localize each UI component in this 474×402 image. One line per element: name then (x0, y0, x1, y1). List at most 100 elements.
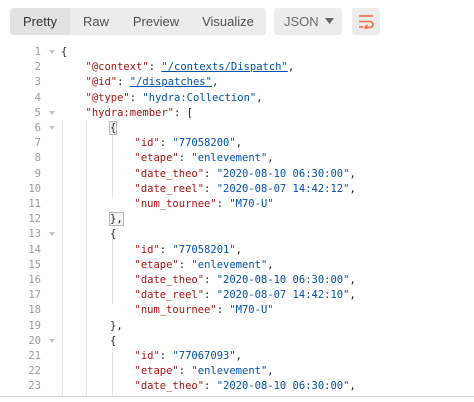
tab-visualize[interactable]: Visualize (190, 8, 266, 35)
line-number: 14 (28, 243, 41, 256)
json-punctuation: : (216, 304, 230, 317)
fold-toggle-icon[interactable] (48, 48, 56, 56)
code-text: "num_tournee": "M70-U" (135, 197, 274, 212)
json-key: "@id" (85, 76, 118, 89)
line-number: 5 (34, 106, 41, 119)
json-key: "num_tournee" (134, 304, 217, 317)
json-punctuation: : (178, 258, 192, 271)
json-punctuation: , (211, 76, 219, 89)
tab-pretty[interactable]: Pretty (10, 8, 70, 35)
json-string-value: "2020-08-07 14:42:10" (216, 289, 350, 302)
code-text: "@type": "hydra:Collection", (86, 91, 263, 106)
json-punctuation: { (110, 334, 117, 347)
view-mode-tabs: Pretty Raw Preview Visualize (10, 8, 266, 35)
json-punctuation: , (267, 152, 274, 165)
fold-toggle-icon[interactable] (48, 337, 56, 345)
line-number: 11 (28, 198, 41, 210)
json-punctuation: : (148, 61, 162, 74)
line-number: 15 (28, 258, 41, 271)
json-punctuation: { (61, 46, 68, 58)
json-punctuation: , (235, 243, 242, 256)
code-text: "hydra:member": [ (86, 106, 193, 121)
line-number: 13 (28, 228, 41, 241)
tab-preview[interactable]: Preview (122, 8, 190, 35)
json-key: "etape" (134, 152, 179, 165)
chevron-down-icon (325, 18, 334, 24)
json-string-value[interactable]: "/contexts/Dispatch" (161, 61, 287, 73)
json-string-value: "2020-08-10 06:30:00" (216, 380, 350, 393)
json-punctuation: , (256, 91, 263, 104)
code-line: 19}, (0, 319, 474, 334)
line-number: 21 (28, 350, 41, 362)
code-text: "date_theo": "2020-08-10 06:30:00", (135, 167, 356, 182)
json-punctuation: : (129, 91, 143, 104)
json-punctuation: : (159, 243, 173, 256)
response-body-code[interactable]: 1{2 "@context": "/contexts/Dispatch", 3 "@i… (0, 42, 474, 396)
json-string-value: "enlevement" (191, 258, 268, 271)
code-line: 3 "@id": "/dispatches", (0, 75, 474, 90)
code-text: { (61, 45, 67, 60)
code-line: 13 { (0, 227, 474, 242)
line-number: 6 (34, 122, 41, 134)
format-select[interactable]: JSON (274, 8, 342, 35)
json-punctuation: , (349, 380, 356, 393)
json-punctuation: : (204, 380, 217, 393)
code-line: 6{ (0, 121, 474, 136)
line-number: 18 (28, 304, 41, 317)
json-string-value: "2020-08-07 14:42:12" (216, 182, 350, 195)
json-string-value: "enlevement" (191, 152, 268, 165)
json-key: "date_theo" (134, 274, 205, 286)
fold-toggle-icon[interactable] (48, 124, 56, 132)
format-select-value: JSON (284, 14, 319, 29)
line-number: 4 (34, 91, 41, 104)
code-text: "@context": "/contexts/Dispatch", (86, 60, 295, 75)
line-number: 12 (28, 213, 41, 226)
line-number: 19 (28, 319, 41, 332)
json-punctuation: , (287, 61, 295, 74)
json-string-value: "M70-U" (229, 304, 274, 317)
divider (0, 396, 474, 397)
code-text: "etape": "enlevement", (135, 151, 274, 166)
code-text: "etape": "enlevement", (135, 258, 274, 273)
json-punctuation: , (349, 167, 356, 180)
json-key: "date_reel" (134, 182, 205, 195)
fold-toggle-icon[interactable] (48, 230, 56, 238)
json-punctuation: , (267, 365, 274, 378)
code-text: { (108, 121, 118, 136)
line-number: 16 (28, 274, 41, 286)
json-string-value: "2020-08-10 06:30:00" (216, 274, 350, 286)
code-line: 12}, (0, 212, 474, 227)
tab-raw[interactable]: Raw (70, 8, 122, 35)
code-text: "num_tournee": "M70-U" (135, 303, 274, 318)
code-line: 23 "date_theo": "2020-08-10 06:30:00", (0, 379, 474, 394)
json-key: "@context" (85, 61, 149, 74)
json-punctuation: }, (109, 212, 124, 227)
wrap-lines-button[interactable] (352, 8, 380, 35)
code-text: "date_reel": "2020-08-07 14:42:10", (135, 288, 356, 303)
line-number: 2 (34, 61, 41, 74)
response-toolbar: Pretty Raw Preview Visualize JSON (0, 0, 474, 42)
json-punctuation: { (110, 228, 117, 241)
json-key: "id" (134, 350, 160, 362)
line-number: 1 (34, 46, 41, 58)
code-line: 7 "id": "77058200", (0, 136, 474, 151)
code-line: 5 "hydra:member": [ (0, 106, 474, 121)
code-text: { (110, 334, 116, 349)
line-number: 17 (28, 289, 41, 302)
json-punctuation: : (159, 350, 173, 362)
json-key: "num_tournee" (134, 198, 217, 210)
json-key: "date_theo" (134, 380, 205, 393)
json-punctuation: : (216, 198, 230, 210)
line-number: 7 (34, 137, 41, 150)
json-punctuation: { (108, 121, 118, 135)
json-punctuation: : (178, 152, 192, 165)
json-string-value[interactable]: "/dispatches" (130, 76, 212, 88)
code-line: 22 "etape": "enlevement", (0, 364, 474, 379)
code-text: "id": "77058201", (135, 243, 243, 258)
line-number: 9 (34, 167, 41, 180)
json-string-value: "77058200" (172, 137, 236, 150)
json-key: "@type" (85, 91, 130, 104)
fold-toggle-icon[interactable] (48, 109, 56, 117)
json-punctuation: }, (110, 319, 123, 332)
json-key: "etape" (134, 258, 179, 271)
